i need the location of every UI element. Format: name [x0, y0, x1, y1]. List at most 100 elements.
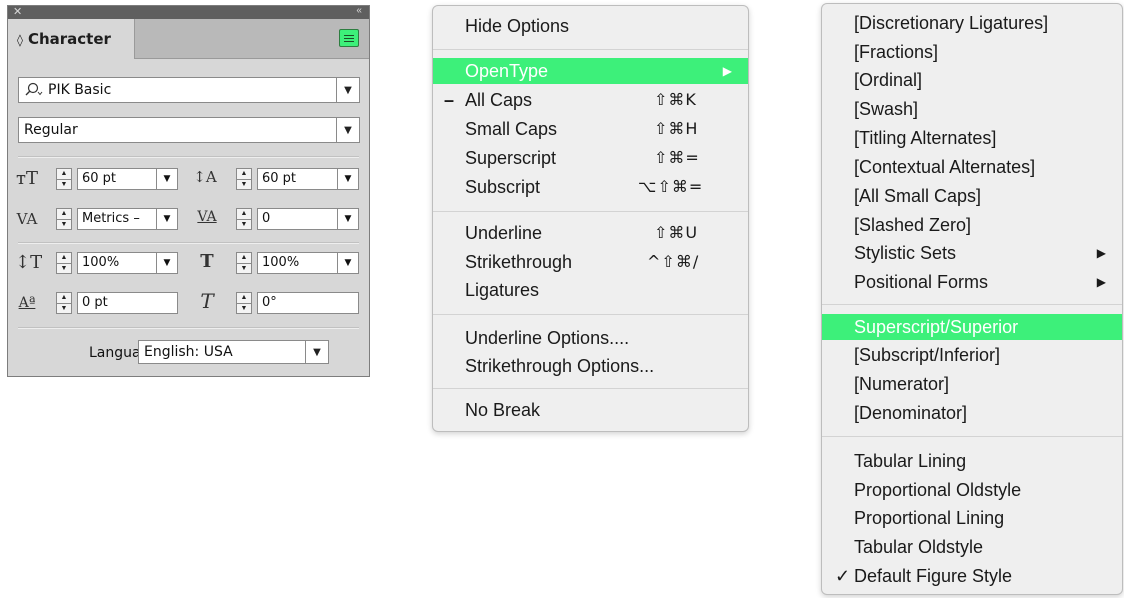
vertical-scale-value: 100% — [82, 255, 120, 270]
panel-menu-button[interactable] — [339, 29, 359, 47]
tracking-icon: VA — [197, 209, 217, 225]
menu-item-label: All Caps — [465, 90, 533, 110]
menu-item-label: [Fractions] — [854, 42, 939, 62]
horizontal-scale-icon: T — [200, 251, 214, 272]
menu-item-label: No Break — [465, 400, 541, 420]
menu-item-label: [Subscript/Inferior] — [854, 345, 1001, 365]
menu-item-shortcut: ^⇧⌘/ — [647, 252, 700, 271]
vertical-scale-field[interactable]: 100% ▼ — [77, 252, 178, 274]
chevron-down-icon[interactable]: ▼ — [156, 169, 177, 189]
submenu-item-proportional-lining[interactable]: Proportional Lining — [822, 505, 1122, 531]
menu-item-label: Ligatures — [465, 280, 540, 300]
submenu-item-superscript-superior[interactable]: Superscript/Superior — [822, 314, 1122, 340]
divider — [18, 327, 359, 329]
menu-separator — [433, 388, 748, 389]
menu-item-hide-options[interactable]: Hide Options — [433, 13, 748, 39]
menu-item-subscript[interactable]: Subscript ⌥⇧⌘= — [433, 174, 748, 200]
chevron-down-icon[interactable]: ▼ — [156, 253, 177, 273]
submenu-arrow-icon: ▶ — [1096, 275, 1106, 289]
submenu-item-titling-alternates[interactable]: [Titling Alternates] — [822, 125, 1122, 151]
submenu-item-slashed-zero[interactable]: [Slashed Zero] — [822, 212, 1122, 238]
font-size-field[interactable]: 60 pt ▼ — [77, 168, 178, 190]
kerning-value: Metrics – — [82, 211, 140, 226]
menu-item-all-caps[interactable]: – All Caps ⇧⌘K — [433, 87, 748, 113]
submenu-item-tabular-oldstyle[interactable]: Tabular Oldstyle — [822, 534, 1122, 560]
menu-item-label: [Titling Alternates] — [854, 128, 997, 148]
leading-field[interactable]: 60 pt ▼ — [257, 168, 359, 190]
skew-icon: T — [200, 289, 214, 313]
menu-item-label: Small Caps — [465, 119, 558, 139]
menu-item-label: Proportional Lining — [854, 508, 1005, 528]
horizontal-scale-field[interactable]: 100% ▼ — [257, 252, 359, 274]
submenu-item-subscript-inferior[interactable]: [Subscript/Inferior] — [822, 342, 1122, 368]
opentype-submenu: [Discretionary Ligatures] [Fractions] [O… — [821, 3, 1123, 595]
submenu-item-ordinal[interactable]: [Ordinal] — [822, 67, 1122, 93]
menu-item-opentype[interactable]: OpenType ▶ — [433, 58, 748, 84]
chevron-down-icon[interactable]: ▼ — [337, 253, 358, 273]
kerning-stepper[interactable]: ▲ ▼ — [56, 208, 72, 230]
submenu-item-stylistic-sets[interactable]: Stylistic Sets ▶ — [822, 240, 1122, 266]
submenu-item-proportional-oldstyle[interactable]: Proportional Oldstyle — [822, 477, 1122, 503]
menu-item-label: Strikethrough — [465, 252, 573, 272]
tab-character[interactable]: ◊ Character — [8, 19, 135, 59]
menu-item-label: Positional Forms — [854, 272, 989, 292]
baseline-shift-stepper[interactable]: ▲ ▼ — [56, 292, 72, 314]
skew-field[interactable]: 0° — [257, 292, 359, 314]
submenu-item-discretionary-ligatures[interactable]: [Discretionary Ligatures] — [822, 10, 1122, 36]
font-family-select[interactable]: PIK Basic ▼ — [18, 77, 360, 103]
chevron-down-icon: ▼ — [305, 341, 328, 363]
tracking-stepper[interactable]: ▲ ▼ — [236, 208, 252, 230]
submenu-item-denominator[interactable]: [Denominator] — [822, 400, 1122, 426]
menu-item-shortcut: ⇧⌘U — [654, 223, 699, 242]
menu-item-superscript[interactable]: Superscript ⇧⌘= — [433, 145, 748, 171]
menu-item-underline-options[interactable]: Underline Options.... — [433, 325, 748, 351]
menu-item-label: [Discretionary Ligatures] — [854, 13, 1049, 33]
menu-separator — [822, 436, 1122, 437]
menu-item-label: [Contextual Alternates] — [854, 157, 1036, 177]
collapse-icon[interactable]: ‹‹ — [356, 5, 362, 17]
baseline-shift-field[interactable]: 0 pt — [77, 292, 178, 314]
font-style-select[interactable]: Regular ▼ — [18, 117, 360, 143]
vertical-scale-stepper[interactable]: ▲ ▼ — [56, 252, 72, 274]
menu-item-strikethrough-options[interactable]: Strikethrough Options... — [433, 353, 748, 379]
menu-item-label: Superscript/Superior — [854, 317, 1019, 337]
submenu-item-fractions[interactable]: [Fractions] — [822, 39, 1122, 65]
font-family-value: PIK Basic — [48, 82, 112, 98]
menu-item-label: Underline Options.... — [465, 328, 630, 348]
chevron-down-icon[interactable]: ▼ — [156, 209, 177, 229]
menu-separator — [433, 49, 748, 50]
close-icon[interactable]: ✕ — [13, 6, 22, 18]
chevron-down-icon[interactable]: ▼ — [337, 169, 358, 189]
menu-item-underline[interactable]: Underline ⇧⌘U — [433, 220, 748, 246]
submenu-item-tabular-lining[interactable]: Tabular Lining — [822, 448, 1122, 474]
submenu-item-positional-forms[interactable]: Positional Forms ▶ — [822, 269, 1122, 295]
submenu-item-contextual-alternates[interactable]: [Contextual Alternates] — [822, 154, 1122, 180]
menu-item-ligatures[interactable]: Ligatures — [433, 277, 748, 303]
menu-item-strikethrough[interactable]: Strikethrough ^⇧⌘/ — [433, 249, 748, 275]
submenu-item-all-small-caps[interactable]: [All Small Caps] — [822, 183, 1122, 209]
menu-item-shortcut: ⇧⌘K — [654, 90, 697, 109]
font-size-stepper[interactable]: ▲ ▼ — [56, 168, 72, 190]
menu-item-label: Tabular Lining — [854, 451, 967, 471]
menu-item-label: Subscript — [465, 177, 541, 197]
submenu-item-numerator[interactable]: [Numerator] — [822, 371, 1122, 397]
submenu-item-swash[interactable]: [Swash] — [822, 96, 1122, 122]
menu-item-no-break[interactable]: No Break — [433, 397, 748, 423]
chevron-down-icon[interactable]: ▼ — [337, 209, 358, 229]
menu-item-shortcut: ⇧⌘= — [654, 148, 700, 167]
divider — [18, 242, 359, 244]
menu-item-small-caps[interactable]: Small Caps ⇧⌘H — [433, 116, 748, 142]
submenu-arrow-icon: ▶ — [1096, 246, 1106, 260]
tracking-field[interactable]: 0 ▼ — [257, 208, 359, 230]
menu-item-label: [Denominator] — [854, 403, 968, 423]
menu-item-shortcut: ⇧⌘H — [654, 119, 699, 138]
submenu-item-default-figure-style[interactable]: ✓ Default Figure Style — [822, 563, 1122, 589]
kerning-field[interactable]: Metrics – ▼ — [77, 208, 178, 230]
menu-item-label: OpenType — [465, 61, 549, 81]
leading-stepper[interactable]: ▲ ▼ — [236, 168, 252, 190]
language-select[interactable]: English: USA ▼ — [138, 340, 329, 364]
horizontal-scale-stepper[interactable]: ▲ ▼ — [236, 252, 252, 274]
menu-separator — [433, 211, 748, 212]
menu-item-label: [Numerator] — [854, 374, 950, 394]
skew-stepper[interactable]: ▲ ▼ — [236, 292, 252, 314]
